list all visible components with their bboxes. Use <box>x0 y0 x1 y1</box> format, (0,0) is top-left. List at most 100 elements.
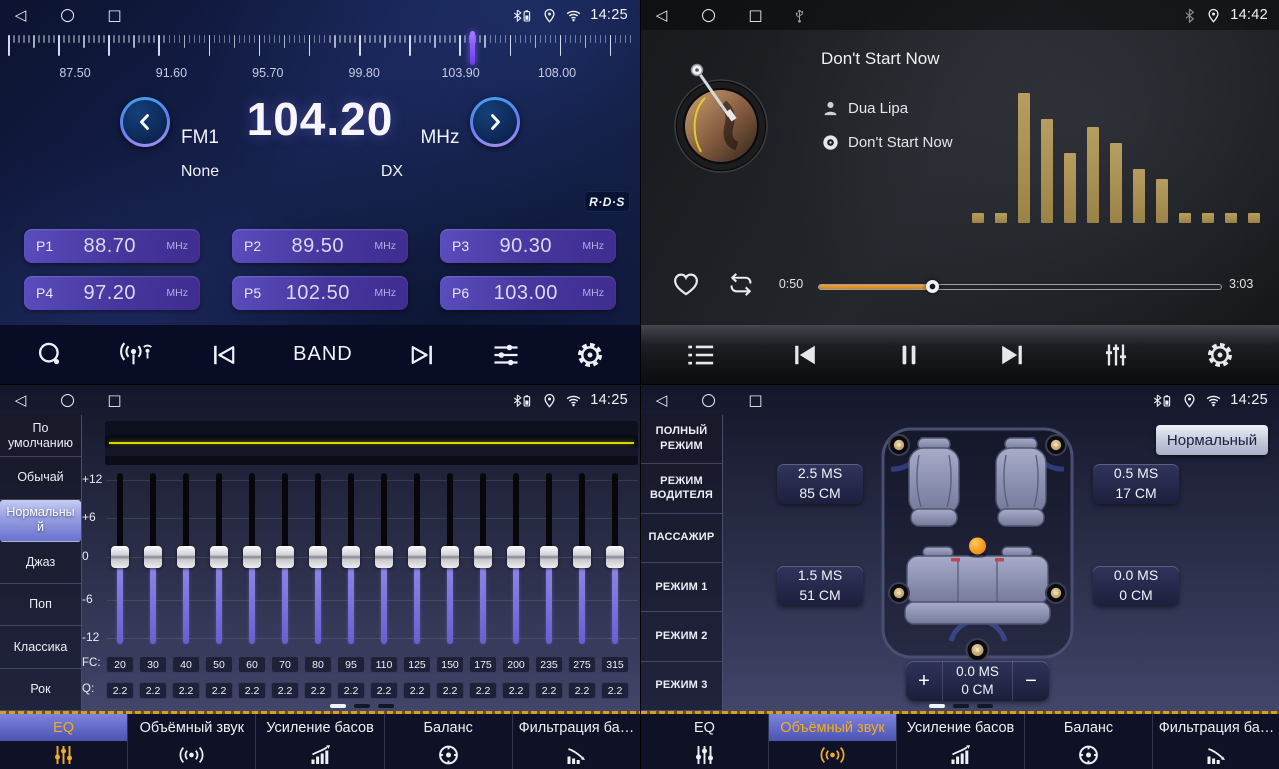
favorite-button[interactable] <box>671 270 701 298</box>
q-value[interactable]: 2.2 <box>403 682 431 699</box>
progress-knob[interactable] <box>926 280 939 293</box>
eq-band-slider-275[interactable] <box>572 473 592 644</box>
q-value[interactable]: 2.2 <box>469 682 497 699</box>
eq-band-slider-150[interactable] <box>440 473 460 644</box>
mixer-icon[interactable] <box>1101 341 1131 369</box>
repeat-button[interactable] <box>725 272 757 297</box>
eq-band-slider-200[interactable] <box>506 473 526 644</box>
q-value[interactable]: 2.2 <box>568 682 596 699</box>
q-value[interactable]: 2.2 <box>370 682 398 699</box>
seek-previous-icon[interactable] <box>209 341 239 369</box>
slider-handle[interactable] <box>540 546 558 568</box>
slider-handle[interactable] <box>606 546 624 568</box>
tab-eq[interactable]: EQ <box>641 714 768 769</box>
slider-handle[interactable] <box>441 546 459 568</box>
delay-rear-left-button[interactable]: 1.5 MS 51 CM <box>777 566 863 606</box>
gear-icon[interactable] <box>1205 341 1235 369</box>
fc-value[interactable]: 20 <box>106 656 134 673</box>
fc-value[interactable]: 275 <box>568 656 596 673</box>
next-track-icon[interactable] <box>997 341 1027 369</box>
nav-back-button[interactable]: ◁ <box>12 385 29 415</box>
fc-value[interactable]: 70 <box>271 656 299 673</box>
increase-button[interactable]: + <box>906 661 942 701</box>
fc-value[interactable]: 80 <box>304 656 332 673</box>
fc-value[interactable]: 110 <box>370 656 398 673</box>
tab-balance[interactable]: Баланс <box>384 714 512 769</box>
fc-value[interactable]: 125 <box>403 656 431 673</box>
slider-handle[interactable] <box>111 546 129 568</box>
tab-bass[interactable]: Усиление басов <box>255 714 383 769</box>
eq-band-slider-235[interactable] <box>539 473 559 644</box>
q-value[interactable]: 2.2 <box>337 682 365 699</box>
q-value[interactable]: 2.2 <box>205 682 233 699</box>
slider-handle[interactable] <box>144 546 162 568</box>
tune-up-button[interactable] <box>470 97 520 147</box>
q-value[interactable]: 2.2 <box>535 682 563 699</box>
frequency-scale[interactable] <box>8 31 632 67</box>
eq-preset-item[interactable]: Поп <box>0 584 81 626</box>
band-button[interactable]: BAND <box>293 343 353 366</box>
tab-balance[interactable]: Баланс <box>1024 714 1152 769</box>
listening-mode-item[interactable]: РЕЖИМ 3 <box>641 662 722 711</box>
slider-handle[interactable] <box>408 546 426 568</box>
previous-track-icon[interactable] <box>790 341 820 369</box>
q-value[interactable]: 2.2 <box>139 682 167 699</box>
q-value[interactable]: 2.2 <box>601 682 629 699</box>
fc-value[interactable]: 95 <box>337 656 365 673</box>
q-value[interactable]: 2.2 <box>502 682 530 699</box>
eq-band-slider-40[interactable] <box>176 473 196 644</box>
fc-value[interactable]: 150 <box>436 656 464 673</box>
fc-value[interactable]: 60 <box>238 656 266 673</box>
eq-preset-item[interactable]: Классика <box>0 626 81 668</box>
radio-preset-p4[interactable]: P497.20MHz <box>24 276 200 310</box>
tab-filter[interactable]: Фильтрация ба… <box>512 714 640 769</box>
nav-home-button[interactable]: ○ <box>59 0 76 30</box>
field-preset-button[interactable]: Нормальный <box>1156 425 1268 455</box>
eq-preset-item[interactable]: Обычай <box>0 457 81 499</box>
tab-bass[interactable]: Усиление басов <box>896 714 1024 769</box>
eq-preset-item[interactable]: Джаз <box>0 542 81 584</box>
fc-value[interactable]: 40 <box>172 656 200 673</box>
tab-eq[interactable]: EQ <box>0 714 127 769</box>
tab-surround[interactable]: Объёмный звук <box>768 714 896 769</box>
gear-icon[interactable] <box>575 341 605 369</box>
slider-handle[interactable] <box>573 546 591 568</box>
radio-preset-p5[interactable]: P5102.50MHz <box>232 276 408 310</box>
eq-band-slider-20[interactable] <box>110 473 130 644</box>
radio-preset-p2[interactable]: P289.50MHz <box>232 229 408 263</box>
listening-mode-item[interactable]: РЕЖИМ ВОДИТЕЛЯ <box>641 464 722 513</box>
slider-handle[interactable] <box>507 546 525 568</box>
q-value[interactable]: 2.2 <box>304 682 332 699</box>
eq-band-slider-95[interactable] <box>341 473 361 644</box>
audio-settings-icon[interactable] <box>491 341 521 369</box>
tab-filter[interactable]: Фильтрация ба… <box>1152 714 1279 769</box>
fc-value[interactable]: 235 <box>535 656 563 673</box>
slider-handle[interactable] <box>375 546 393 568</box>
slider-handle[interactable] <box>177 546 195 568</box>
playlist-icon[interactable] <box>686 341 716 369</box>
fc-value[interactable]: 30 <box>139 656 167 673</box>
fc-value[interactable]: 315 <box>601 656 629 673</box>
eq-preset-item[interactable]: Рок <box>0 669 81 711</box>
scan-stations-icon[interactable] <box>119 341 155 369</box>
tab-surround[interactable]: Объёмный звук <box>127 714 255 769</box>
nav-recents-button[interactable]: □ <box>106 0 123 30</box>
listening-mode-item[interactable]: РЕЖИМ 2 <box>641 612 722 661</box>
nav-home-button[interactable]: ○ <box>700 0 717 30</box>
q-value[interactable]: 2.2 <box>271 682 299 699</box>
search-icon[interactable] <box>35 341 65 369</box>
eq-band-slider-110[interactable] <box>374 473 394 644</box>
fc-value[interactable]: 175 <box>469 656 497 673</box>
eq-band-slider-80[interactable] <box>308 473 328 644</box>
nav-home-button[interactable]: ○ <box>700 385 717 415</box>
nav-recents-button[interactable]: □ <box>747 385 764 415</box>
slider-handle[interactable] <box>243 546 261 568</box>
eq-band-slider-315[interactable] <box>605 473 625 644</box>
listening-mode-item[interactable]: ПАССАЖИР <box>641 514 722 563</box>
slider-handle[interactable] <box>210 546 228 568</box>
delay-front-right-button[interactable]: 0.5 MS 17 CM <box>1093 464 1179 504</box>
q-value[interactable]: 2.2 <box>106 682 134 699</box>
delay-front-left-button[interactable]: 2.5 MS 85 CM <box>777 464 863 504</box>
decrease-button[interactable]: − <box>1013 661 1049 701</box>
nav-home-button[interactable]: ○ <box>59 385 76 415</box>
